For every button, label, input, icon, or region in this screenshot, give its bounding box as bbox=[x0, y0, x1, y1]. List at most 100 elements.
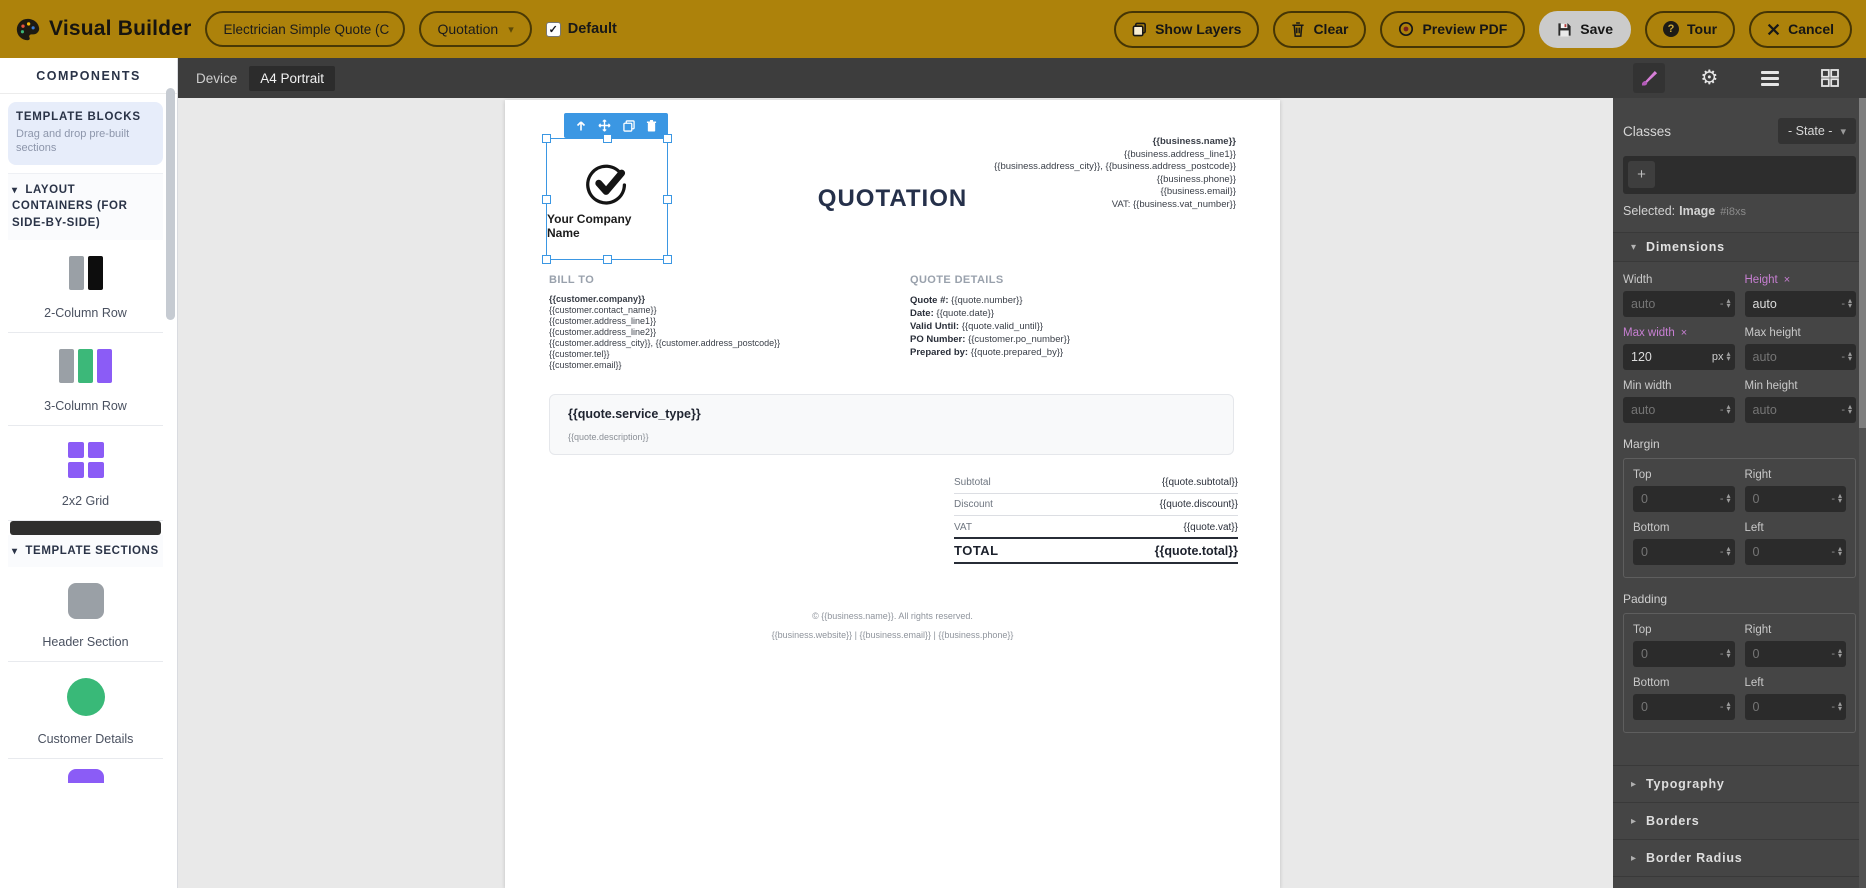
cancel-button[interactable]: Cancel bbox=[1749, 10, 1852, 48]
default-toggle[interactable]: ✓ Default bbox=[545, 21, 617, 37]
margin-left-input[interactable]: 0- ▴ ▾ bbox=[1744, 539, 1846, 565]
layers-tab[interactable] bbox=[1754, 63, 1786, 93]
state-select[interactable]: - State - ▾ bbox=[1778, 118, 1856, 144]
question-icon: ? bbox=[1663, 21, 1679, 37]
min-width-input[interactable]: auto - ▴ ▾ bbox=[1623, 397, 1735, 423]
section-decorations[interactable]: ▸ Decorations bbox=[1613, 876, 1866, 888]
padding-right-field: Right 0- ▴ ▾ bbox=[1744, 624, 1846, 667]
margin-bottom-field: Bottom 0- ▴ ▾ bbox=[1633, 522, 1735, 565]
clear-max-width-button[interactable]: × bbox=[1681, 327, 1687, 339]
palette-icon bbox=[16, 18, 40, 40]
add-class-button[interactable]: + bbox=[1628, 161, 1655, 188]
resize-handle[interactable] bbox=[603, 134, 612, 143]
min-height-input[interactable]: auto - ▴ ▾ bbox=[1744, 397, 1856, 423]
device-a4-portrait-button[interactable]: A4 Portrait bbox=[249, 65, 336, 91]
move-icon[interactable] bbox=[598, 119, 611, 132]
block-2x2-grid[interactable]: 2x2 Grid bbox=[8, 425, 163, 521]
style-manager-tab[interactable] bbox=[1633, 63, 1666, 93]
tour-button[interactable]: ? Tour bbox=[1645, 10, 1736, 48]
default-checkbox[interactable]: ✓ bbox=[545, 21, 561, 37]
section-borders[interactable]: ▸ Borders bbox=[1613, 802, 1866, 839]
caret-down-icon: ▾ bbox=[12, 184, 18, 196]
clear-height-button[interactable]: × bbox=[1784, 274, 1790, 286]
padding-left-field: Left 0- ▴ ▾ bbox=[1744, 677, 1846, 720]
resize-handle[interactable] bbox=[663, 255, 672, 264]
category-layout-containers[interactable]: ▾ LAYOUT CONTAINERS (FOR SIDE-BY-SIDE) bbox=[8, 172, 163, 240]
classes-tags-box: + bbox=[1623, 156, 1856, 194]
grid-icon bbox=[1820, 69, 1839, 87]
min-height-field: Min height auto - ▴ ▾ bbox=[1744, 380, 1856, 423]
device-label: Device bbox=[196, 70, 238, 86]
eye-icon bbox=[1399, 21, 1414, 37]
copy-icon[interactable] bbox=[622, 119, 635, 132]
2x2-grid-icon bbox=[67, 441, 104, 478]
panel-scrollbar[interactable] bbox=[1859, 98, 1866, 888]
padding-top-input[interactable]: 0- ▴ ▾ bbox=[1633, 641, 1735, 667]
service-description-block[interactable]: {{quote.service_type}} {{quote.descripti… bbox=[549, 394, 1234, 455]
layers-icon bbox=[1132, 22, 1146, 36]
padding-top-field: Top 0- ▴ ▾ bbox=[1633, 624, 1735, 667]
subtotal-row: Subtotal {{quote.subtotal}} bbox=[954, 472, 1238, 494]
document-type-select[interactable]: Quotation ▾ bbox=[419, 11, 532, 47]
section-typography[interactable]: ▸ Typography bbox=[1613, 765, 1866, 802]
block-customer-details[interactable]: Customer Details bbox=[8, 662, 163, 760]
resize-handle[interactable] bbox=[542, 255, 551, 264]
blocks-tab[interactable] bbox=[1814, 63, 1846, 93]
min-width-stepper[interactable]: ▴ ▾ bbox=[1726, 403, 1730, 416]
padding-right-input[interactable]: 0- ▴ ▾ bbox=[1744, 641, 1846, 667]
discount-row: Discount {{quote.discount}} bbox=[954, 494, 1238, 516]
total-row: TOTAL {{quote.total}} bbox=[954, 537, 1238, 564]
section-dimensions[interactable]: ▾ Dimensions bbox=[1613, 232, 1866, 262]
template-name-input[interactable]: Electrician Simple Quote (C bbox=[205, 11, 406, 47]
max-height-stepper[interactable]: ▴ ▾ bbox=[1848, 350, 1852, 363]
resize-handle[interactable] bbox=[542, 134, 551, 143]
document-page[interactable]: {{business.name}} {{business.address_lin… bbox=[505, 100, 1280, 888]
height-input[interactable]: auto - ▴ ▾ bbox=[1744, 291, 1856, 317]
height-stepper[interactable]: ▴ ▾ bbox=[1848, 297, 1852, 310]
block-3-column-row[interactable]: 3-Column Row bbox=[8, 332, 163, 426]
margin-left-field: Left 0- ▴ ▾ bbox=[1744, 522, 1846, 565]
components-sidebar: COMPONENTS TEMPLATE BLOCKS Drag and drop… bbox=[0, 58, 178, 888]
category-template-sections[interactable]: ▾ TEMPLATE SECTIONS bbox=[8, 534, 163, 568]
totals-block[interactable]: Subtotal {{quote.subtotal}} Discount {{quo… bbox=[954, 472, 1238, 564]
template-blocks-info: TEMPLATE BLOCKS Drag and drop pre-built … bbox=[8, 102, 163, 165]
min-height-stepper[interactable]: ▴ ▾ bbox=[1848, 403, 1852, 416]
margin-top-input[interactable]: 0- ▴ ▾ bbox=[1633, 486, 1735, 512]
padding-group: Top 0- ▴ ▾ Right 0- ▴ ▾ Bottom 0- ▴ ▾ Left 0- ▴… bbox=[1623, 613, 1856, 733]
section-border-radius[interactable]: ▸ Border Radius bbox=[1613, 839, 1866, 876]
select-parent-icon[interactable] bbox=[575, 120, 587, 132]
delete-icon[interactable] bbox=[646, 119, 657, 132]
max-width-stepper[interactable]: ▴ ▾ bbox=[1726, 350, 1730, 363]
caret-right-icon: ▸ bbox=[1631, 815, 1637, 827]
save-button[interactable]: Save bbox=[1539, 10, 1631, 48]
visual-builder-app: Visual Builder Electrician Simple Quote … bbox=[0, 0, 1866, 888]
quotation-title[interactable]: QUOTATION bbox=[505, 185, 1280, 213]
header-section-icon bbox=[67, 583, 104, 620]
padding-bottom-input[interactable]: 0- ▴ ▾ bbox=[1633, 694, 1735, 720]
save-icon bbox=[1558, 22, 1571, 37]
caret-right-icon: ▸ bbox=[1631, 852, 1637, 864]
width-stepper[interactable]: ▴ ▾ bbox=[1726, 297, 1730, 310]
max-width-field: Max width × 120 px ▴ ▾ bbox=[1623, 327, 1735, 370]
settings-tab[interactable]: ⚙ bbox=[1693, 63, 1725, 93]
clear-button[interactable]: Clear bbox=[1273, 10, 1367, 48]
max-width-input[interactable]: 120 px ▴ ▾ bbox=[1623, 344, 1735, 370]
width-field: Width auto - ▴ ▾ bbox=[1623, 274, 1735, 317]
width-input[interactable]: auto - ▴ ▾ bbox=[1623, 291, 1735, 317]
document-footer[interactable]: © {{business.name}}. All rights reserved… bbox=[505, 611, 1280, 640]
resize-handle[interactable] bbox=[663, 134, 672, 143]
preview-pdf-button[interactable]: Preview PDF bbox=[1380, 10, 1526, 48]
max-height-input[interactable]: auto - ▴ ▾ bbox=[1744, 344, 1856, 370]
block-2-column-row[interactable]: 2-Column Row bbox=[8, 239, 163, 333]
show-layers-button[interactable]: Show Layers bbox=[1114, 10, 1260, 48]
margin-bottom-input[interactable]: 0- ▴ ▾ bbox=[1633, 539, 1735, 565]
margin-right-input[interactable]: 0- ▴ ▾ bbox=[1744, 486, 1846, 512]
block-header-section[interactable]: Header Section bbox=[8, 567, 163, 663]
padding-left-input[interactable]: 0- ▴ ▾ bbox=[1744, 694, 1846, 720]
chevron-down-icon: ▾ bbox=[1840, 125, 1846, 138]
bill-to-block[interactable]: BILL TO {{customer.company}} {{customer.… bbox=[549, 274, 780, 371]
quote-details-block[interactable]: QUOTE DETAILS Quote #: {{quote.number}} … bbox=[910, 274, 1070, 359]
resize-handle[interactable] bbox=[603, 255, 612, 264]
caret-down-icon: ▾ bbox=[1631, 241, 1637, 253]
sidebar-scrollbar[interactable] bbox=[166, 88, 175, 320]
